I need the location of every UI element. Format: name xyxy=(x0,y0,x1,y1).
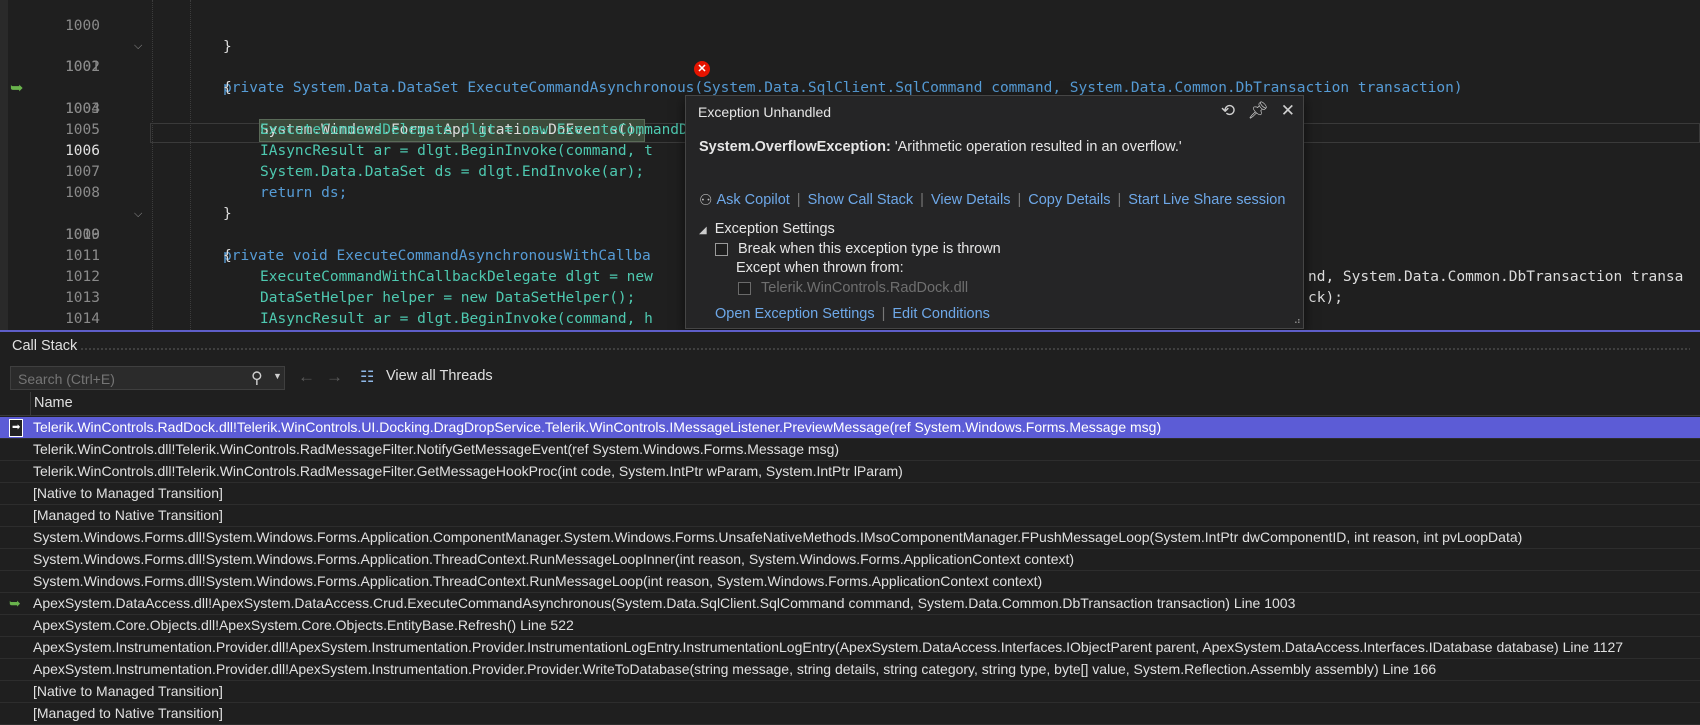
error-icon[interactable]: ✕ xyxy=(694,61,710,77)
frame-name: [Native to Managed Transition] xyxy=(33,683,223,699)
call-stack-row[interactable]: ApexSystem.Instrumentation.Provider.dll!… xyxy=(0,659,1700,681)
open-exception-settings-link[interactable]: Open Exception Settings xyxy=(715,306,875,322)
live-share-link[interactable]: Start Live Share session xyxy=(1128,192,1285,208)
show-call-stack-link[interactable]: Show Call Stack xyxy=(808,192,914,208)
exception-message: System.OverflowException: 'Arithmetic op… xyxy=(699,139,1182,155)
code-line: ➥ 1003 System.Windows.Forms.Application.… xyxy=(0,57,1700,142)
exception-type: System.OverflowException: xyxy=(699,139,891,155)
popup-title: Exception Unhandled xyxy=(698,104,832,120)
edit-conditions-link[interactable]: Edit Conditions xyxy=(892,306,990,322)
call-stack-row[interactable]: [Native to Managed Transition] xyxy=(0,483,1700,505)
frame-name: Telerik.WinControls.dll!Telerik.WinContr… xyxy=(33,441,840,457)
frame-name: Telerik.WinControls.dll!Telerik.WinContr… xyxy=(33,463,903,479)
call-stack-row[interactable]: ➥ ApexSystem.DataAccess.dll!ApexSystem.Da… xyxy=(0,593,1700,615)
exception-actions: ⚇ Ask Copilot | Show Call Stack | View D… xyxy=(699,191,1286,209)
call-stack-row[interactable]: ➡ Telerik.WinControls.RadDock.dll!Telerik… xyxy=(0,417,1700,439)
call-stack-row[interactable]: ApexSystem.Instrumentation.Provider.dll!… xyxy=(0,637,1700,659)
panel-drag-handle[interactable] xyxy=(80,347,1690,351)
search-box[interactable]: ⚲ ▼ xyxy=(10,366,285,390)
code-line: ⌵ 1001 private System.Data.DataSet Execu… xyxy=(0,15,1700,96)
call-stack-row[interactable]: [Native to Managed Transition] xyxy=(0,681,1700,703)
frame-name: System.Windows.Forms.dll!System.Windows.… xyxy=(33,529,1523,545)
search-input[interactable] xyxy=(16,370,250,388)
module-row: Telerik.WinControls.RadDock.dll xyxy=(738,280,968,296)
call-stack-row[interactable]: Telerik.WinControls.dll!Telerik.WinContr… xyxy=(0,439,1700,461)
forward-arrow-icon[interactable]: → xyxy=(326,367,343,387)
copilot-icon[interactable]: ⚇ xyxy=(699,191,712,209)
call-stack-row[interactable]: System.Windows.Forms.dll!System.Windows.… xyxy=(0,527,1700,549)
current-frame-arrow-icon: ➡ xyxy=(9,419,24,437)
call-stack-row[interactable]: [Managed to Native Transition] xyxy=(0,703,1700,725)
exception-text: 'Arithmetic operation resulted in an ove… xyxy=(894,139,1182,155)
code-line: 1000 } xyxy=(0,0,1700,55)
frame-name: Telerik.WinControls.RadDock.dll!Telerik.… xyxy=(33,419,1162,435)
frame-name: ApexSystem.Instrumentation.Provider.dll!… xyxy=(33,661,1437,677)
threads-icon[interactable]: ☷ xyxy=(360,367,374,387)
frame-name: ApexSystem.DataAccess.dll!ApexSystem.Dat… xyxy=(33,595,1296,611)
exception-settings-toggle[interactable]: ◢ Exception Settings xyxy=(699,221,835,237)
module-checkbox xyxy=(738,281,751,295)
copy-details-link[interactable]: Copy Details xyxy=(1028,192,1110,208)
panel-title: Call Stack xyxy=(12,338,78,354)
frame-name: System.Windows.Forms.dll!System.Windows.… xyxy=(33,573,1043,589)
except-label: Except when thrown from: xyxy=(736,260,904,276)
pin-icon[interactable]: 📌︎ xyxy=(1247,101,1269,121)
call-stack-row[interactable]: [Managed to Native Transition] xyxy=(0,505,1700,527)
frame-name: System.Windows.Forms.dll!System.Windows.… xyxy=(33,551,1075,567)
expand-triangle-icon[interactable]: ◢ xyxy=(699,225,707,236)
history-icon[interactable]: ⟲ xyxy=(1221,101,1235,121)
caller-frame-arrow-icon: ➥ xyxy=(9,595,21,611)
frame-name: ApexSystem.Instrumentation.Provider.dll!… xyxy=(33,639,1624,655)
frame-name: [Native to Managed Transition] xyxy=(33,485,223,501)
frame-name: ApexSystem.Core.Objects.dll!ApexSystem.C… xyxy=(33,617,574,633)
chevron-down-icon[interactable]: ▼ xyxy=(273,371,282,381)
close-icon[interactable]: ✕ xyxy=(1281,101,1295,121)
ask-copilot-link[interactable]: Ask Copilot xyxy=(716,192,789,208)
call-stack-list: ➡ Telerik.WinControls.RadDock.dll!Telerik… xyxy=(0,417,1700,725)
call-stack-row[interactable]: ApexSystem.Core.Objects.dll!ApexSystem.C… xyxy=(0,615,1700,637)
frame-name: [Managed to Native Transition] xyxy=(33,705,223,721)
exception-helper-popup: Exception Unhandled ⟲ 📌︎ ✕ System.Overfl… xyxy=(685,95,1304,329)
search-icon[interactable]: ⚲ xyxy=(251,368,263,388)
call-stack-panel: Call Stack ⚲ ▼ ← → ☷ View all Threads Na… xyxy=(0,330,1700,725)
column-name-header[interactable]: Name xyxy=(34,395,73,411)
break-when-thrown-row[interactable]: Break when this exception type is thrown xyxy=(715,241,1001,257)
code-line: 1002 { xyxy=(0,36,1700,96)
call-stack-row[interactable]: System.Windows.Forms.dll!System.Windows.… xyxy=(0,571,1700,593)
frame-name: [Managed to Native Transition] xyxy=(33,507,223,523)
column-header: Name xyxy=(0,392,1700,416)
call-stack-row[interactable]: Telerik.WinControls.dll!Telerik.WinContr… xyxy=(0,461,1700,483)
call-stack-row[interactable]: System.Windows.Forms.dll!System.Windows.… xyxy=(0,549,1700,571)
view-all-threads-button[interactable]: View all Threads xyxy=(386,368,493,384)
view-details-link[interactable]: View Details xyxy=(931,192,1011,208)
resize-grip-icon[interactable]: ⠴ xyxy=(1294,316,1301,327)
back-arrow-icon[interactable]: ← xyxy=(298,367,315,387)
break-when-thrown-checkbox[interactable] xyxy=(715,242,728,256)
